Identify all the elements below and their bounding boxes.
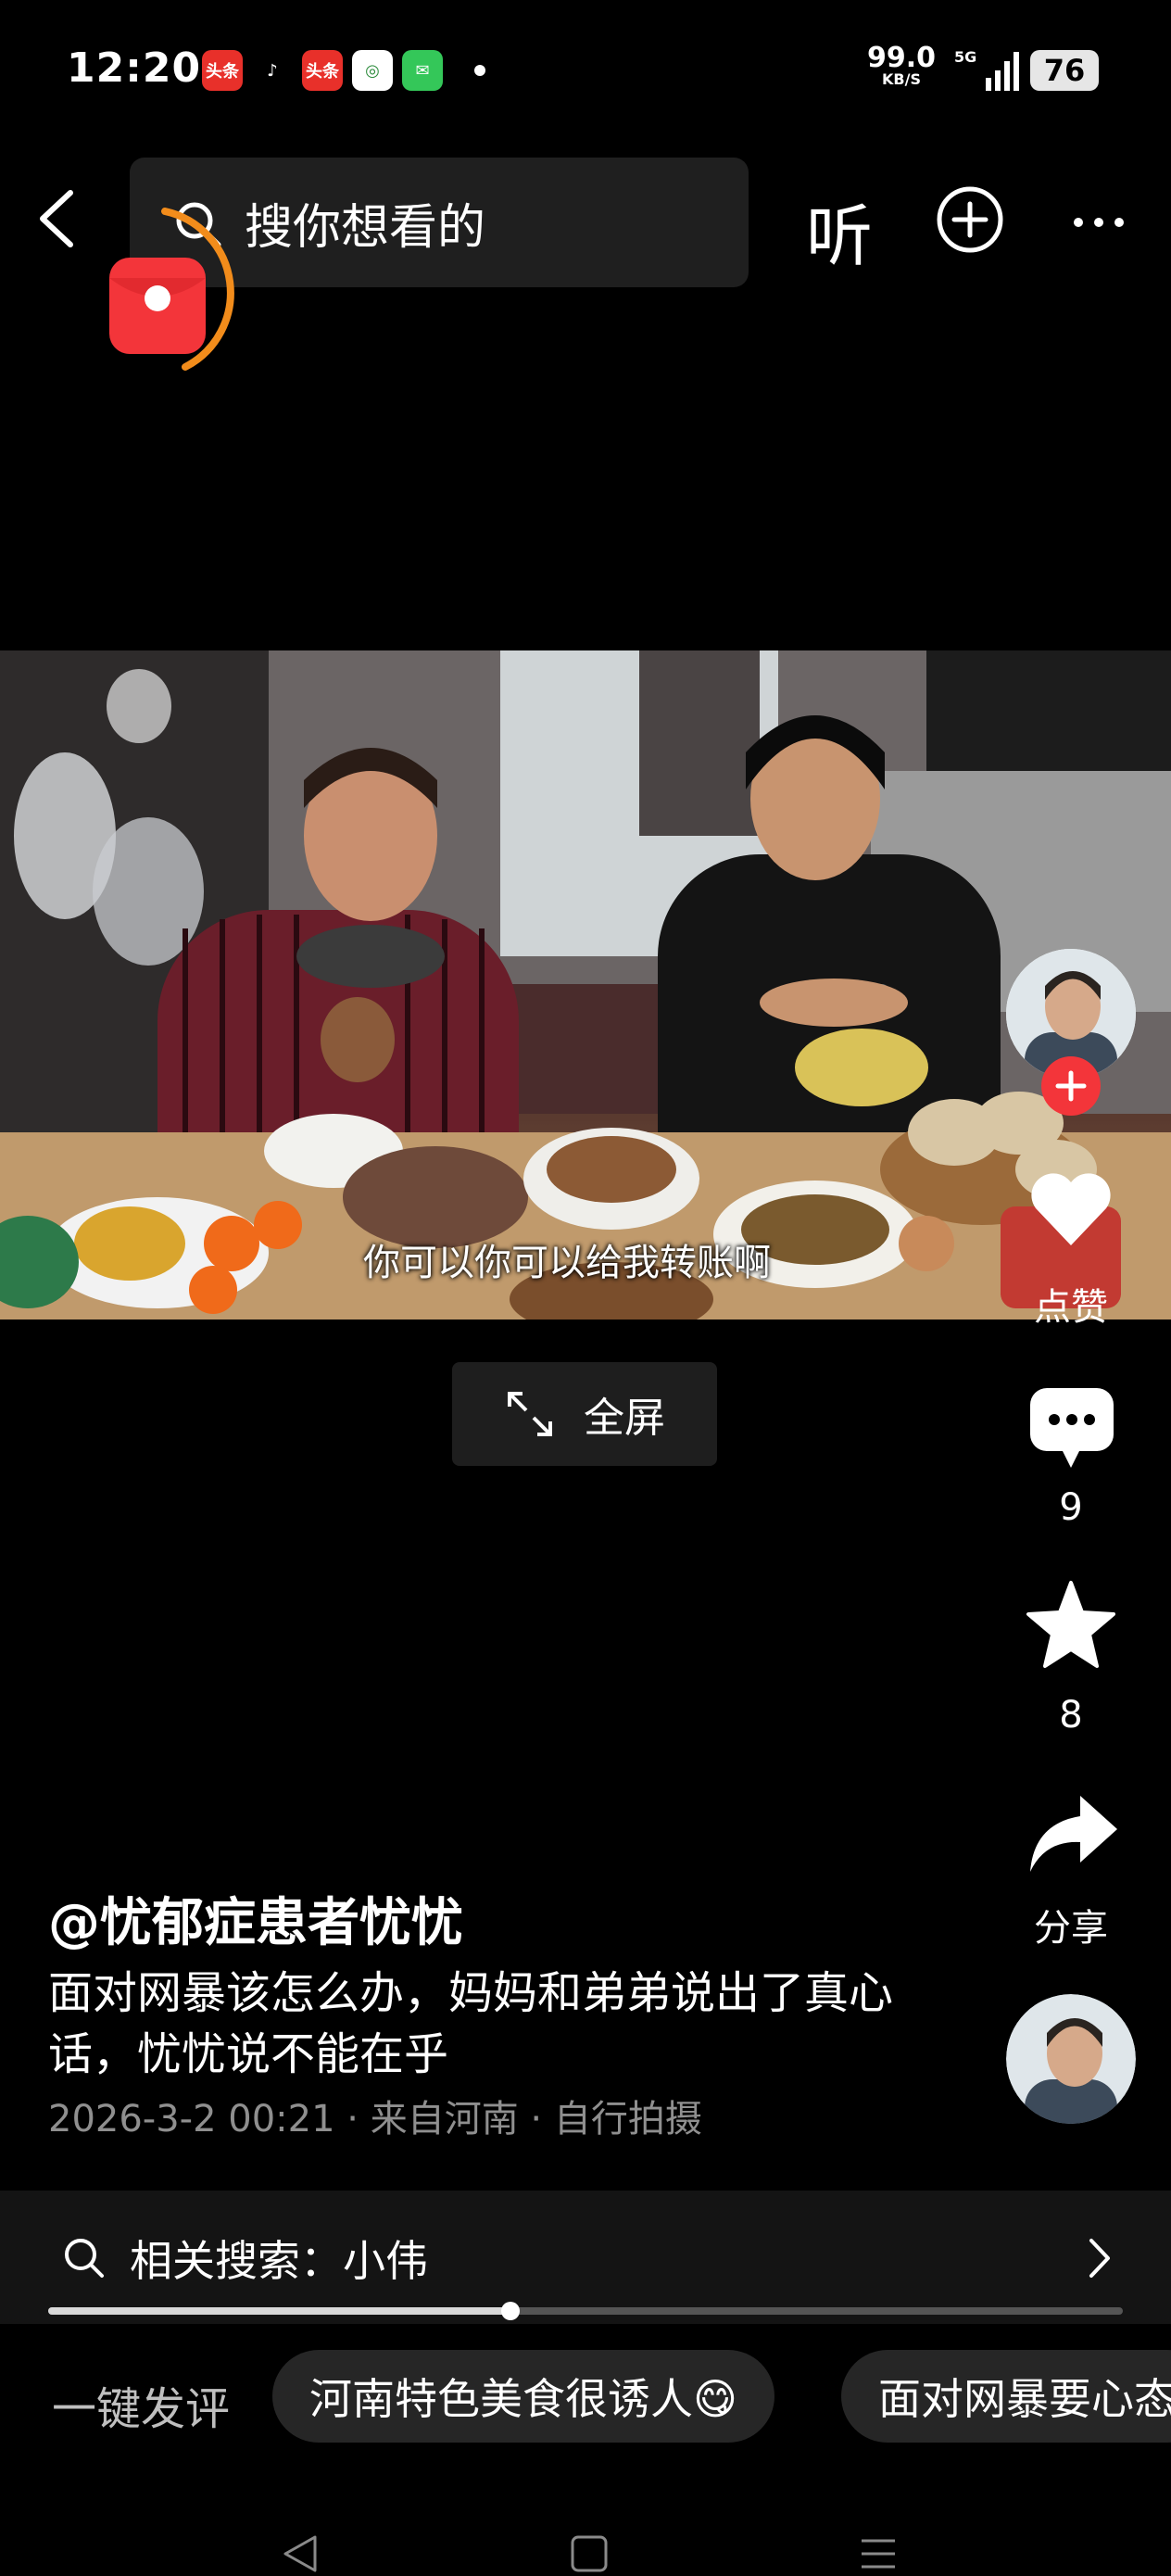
share-button[interactable] [1026, 1792, 1119, 1879]
fullscreen-label: 全屏 [584, 1395, 665, 1442]
video-subtitle: 你可以你可以给我转账啊 [363, 1242, 771, 1284]
red-packet-widget[interactable] [100, 204, 239, 371]
tiktok-icon: ♪ [252, 50, 293, 91]
network-speed-unit: KB/S [882, 70, 921, 88]
network-signal-icon: 5G [954, 48, 1019, 95]
related-search-icon [65, 2239, 104, 2278]
music-disc-image [1006, 1994, 1136, 2124]
battery-level: 76 [1043, 53, 1086, 88]
like-label: 点赞 [1034, 1286, 1108, 1329]
video-player[interactable] [0, 650, 1171, 1320]
nav-home-icon[interactable] [569, 2533, 610, 2574]
like-button[interactable] [1028, 1169, 1114, 1253]
plus-icon [1055, 1070, 1087, 1102]
search-placeholder: 搜你想看的 [245, 199, 486, 256]
notification-dot [474, 65, 485, 76]
plus-circle-icon [937, 186, 1003, 253]
share-arrow-icon [1030, 1796, 1117, 1872]
quick-comment-chip[interactable]: 河南特色美食很诱人😋 [272, 2350, 774, 2443]
fullscreen-button[interactable]: 全屏 [452, 1362, 717, 1466]
listen-button[interactable]: 听 [806, 182, 873, 279]
share-label: 分享 [1034, 1907, 1108, 1950]
star-icon [1026, 1581, 1115, 1668]
network-speed-value: 99.0 [867, 42, 937, 74]
back-arrow-icon [40, 190, 73, 247]
messages-icon: ✉ [402, 50, 443, 91]
follow-button[interactable] [1041, 1056, 1101, 1116]
post-meta: 2026-3-2 00:21 · 来自河南 · 自行拍摄 [48, 2098, 702, 2140]
video-frame [0, 650, 1171, 1320]
related-search-label: 相关搜索：小伟 [130, 2236, 428, 2286]
favorite-button[interactable] [1025, 1579, 1117, 1672]
author-name[interactable]: @忧郁症患者忧忧 [48, 1881, 463, 1956]
toutiao-lite-icon: 头条 [302, 50, 343, 91]
nav-back-icon[interactable] [280, 2533, 321, 2574]
music-disc-avatar[interactable] [1006, 1994, 1136, 2124]
nav-menu-icon[interactable] [858, 2533, 899, 2574]
chevron-right-icon [1089, 2239, 1110, 2278]
video-progress-knob[interactable] [500, 2302, 520, 2320]
more-button[interactable] [1071, 202, 1127, 243]
battery-indicator: 76 [1030, 50, 1099, 91]
more-dots-icon [1074, 218, 1124, 227]
video-progress-fill [48, 2307, 510, 2315]
network-speed: 99.0 KB/S [867, 44, 936, 87]
heart-icon [1031, 1173, 1111, 1245]
quick-comment-chip[interactable]: 面对网暴要心态 [841, 2350, 1171, 2443]
comment-bubble-icon [1030, 1388, 1114, 1468]
back-button[interactable] [31, 182, 83, 256]
quick-comment-label: 一键发评 [52, 2383, 231, 2435]
add-button[interactable] [936, 185, 1004, 258]
toutiao-icon: 头条 [202, 50, 243, 91]
post-description: 面对网暴该怎么办，妈妈和弟弟说出了真心话，忧忧说不能在乎 [48, 1967, 894, 2080]
red-envelope-icon [109, 208, 234, 371]
china-mobile-icon: ◎ [352, 50, 393, 91]
favorite-count: 8 [1059, 1694, 1083, 1736]
expand-icon [508, 1392, 552, 1436]
comment-count: 9 [1059, 1486, 1083, 1529]
status-time: 12:20 [67, 44, 202, 92]
comment-button[interactable] [1028, 1386, 1115, 1473]
